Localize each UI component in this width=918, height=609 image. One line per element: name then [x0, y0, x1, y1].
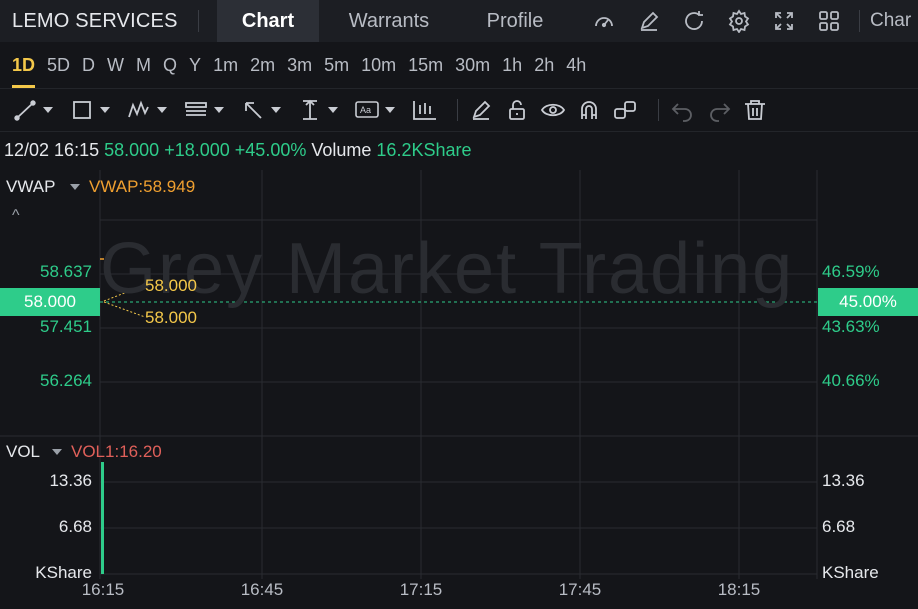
- gauge-icon[interactable]: [581, 0, 626, 42]
- price-tick-left: 57.451: [40, 317, 92, 336]
- tab-chart[interactable]: Chart: [217, 0, 319, 42]
- refresh-icon[interactable]: [671, 0, 716, 42]
- collapse-icon[interactable]: ^: [12, 207, 20, 225]
- price-info-line: 12/02 16:15 58.000 +18.000 +45.00% Volum…: [4, 140, 472, 161]
- period-m[interactable]: M: [130, 42, 157, 88]
- link-icon[interactable]: [612, 88, 640, 132]
- divider: [658, 99, 659, 121]
- volume-value: 16.2KShare: [376, 140, 472, 160]
- quote-change-pct: +45.00%: [234, 140, 307, 160]
- quote-datetime: 12/02 16:15: [4, 140, 100, 160]
- redo-icon[interactable]: [705, 88, 733, 132]
- period-q[interactable]: Q: [157, 42, 183, 88]
- tab-profile[interactable]: Profile: [459, 0, 571, 42]
- period-1h[interactable]: 1h: [496, 42, 528, 88]
- eye-icon[interactable]: [540, 88, 568, 132]
- vol-indicator-name[interactable]: VOL: [6, 442, 40, 462]
- edit-icon[interactable]: [626, 0, 671, 42]
- period-4h[interactable]: 4h: [560, 42, 592, 88]
- period-10m[interactable]: 10m: [355, 42, 402, 88]
- vol-indicator-value: VOL1:16.20: [71, 442, 162, 461]
- top-bar: LEMO SERVICES Chart Warrants Profile Cha…: [0, 0, 918, 42]
- line-tool-icon[interactable]: [12, 88, 61, 132]
- volume-tick-right: 6.68: [822, 517, 856, 536]
- period-3m[interactable]: 3m: [281, 42, 318, 88]
- pct-tick-right: 43.63%: [822, 317, 880, 336]
- price-tick-left: 56.264: [40, 371, 92, 390]
- current-pct-badge: 45.00%: [818, 288, 918, 316]
- x-tick: 18:15: [717, 580, 761, 599]
- period-5d[interactable]: 5D: [41, 42, 76, 88]
- gear-icon[interactable]: [716, 0, 761, 42]
- x-tick: 17:15: [399, 580, 443, 599]
- stock-name: LEMO SERVICES: [12, 9, 178, 32]
- current-price-badge: 58.000: [0, 288, 100, 316]
- divider: [198, 10, 199, 32]
- tab-warrants[interactable]: Warrants: [319, 0, 459, 42]
- vwap-indicator-value: VWAP:58.949: [89, 177, 196, 196]
- x-tick: 16:15: [81, 580, 125, 599]
- indicator-icon[interactable]: [411, 88, 439, 132]
- watermark: Grey Market Trading: [100, 229, 795, 309]
- fib-tool-icon[interactable]: [183, 88, 232, 132]
- price-annotation: 58.000: [145, 308, 197, 327]
- drawing-toolbar: Aa: [0, 88, 918, 132]
- pct-tick-right: 46.59%: [822, 262, 880, 281]
- measure-tool-icon[interactable]: [297, 88, 346, 132]
- magnet-icon[interactable]: [576, 88, 604, 132]
- period-2m[interactable]: 2m: [244, 42, 281, 88]
- divider: [859, 10, 860, 32]
- quote-price: 58.000: [104, 140, 160, 160]
- period-15m[interactable]: 15m: [402, 42, 449, 88]
- period-1d[interactable]: 1D: [6, 42, 41, 88]
- rectangle-tool-icon[interactable]: [69, 88, 118, 132]
- volume-tick-left: 6.68: [58, 517, 92, 536]
- volume-unit-right: KShare: [822, 563, 879, 582]
- period-1m[interactable]: 1m: [207, 42, 244, 88]
- volume-bar: [101, 462, 104, 574]
- volume-label: Volume: [311, 140, 372, 160]
- period-30m[interactable]: 30m: [449, 42, 496, 88]
- period-5m[interactable]: 5m: [318, 42, 355, 88]
- price-tick-left: 58.637: [40, 262, 92, 281]
- quote-change: +18.000: [164, 140, 230, 160]
- period-w[interactable]: W: [101, 42, 130, 88]
- volume-tick-left: 13.36: [49, 471, 92, 490]
- period-selector: 1D 5D D W M Q Y 1m 2m 3m 5m 10m 15m 30m …: [0, 42, 918, 88]
- grid-icon[interactable]: [806, 0, 851, 42]
- arrow-tool-icon[interactable]: [240, 88, 289, 132]
- trash-icon[interactable]: [741, 88, 769, 132]
- period-d[interactable]: D: [76, 42, 101, 88]
- pencil-icon[interactable]: [468, 88, 496, 132]
- chevron-down-icon[interactable]: [52, 449, 62, 455]
- chevron-down-icon[interactable]: [70, 184, 80, 190]
- pattern-tool-icon[interactable]: [126, 88, 175, 132]
- pct-tick-right: 40.66%: [822, 371, 880, 390]
- x-tick: 17:45: [558, 580, 602, 599]
- undo-icon[interactable]: [669, 88, 697, 132]
- svg-text:Aa: Aa: [360, 105, 371, 115]
- vwap-indicator-name[interactable]: VWAP: [6, 177, 55, 197]
- text-tool-icon[interactable]: Aa: [354, 88, 403, 132]
- price-annotation: 58.000: [145, 276, 197, 295]
- char-label[interactable]: Char: [870, 10, 911, 32]
- volume-tick-right: 13.36: [822, 471, 865, 490]
- x-tick: 16:45: [240, 580, 284, 599]
- divider: [457, 99, 458, 121]
- fullscreen-icon[interactable]: [761, 0, 806, 42]
- unlock-icon[interactable]: [504, 88, 532, 132]
- period-y[interactable]: Y: [183, 42, 207, 88]
- period-2h[interactable]: 2h: [528, 42, 560, 88]
